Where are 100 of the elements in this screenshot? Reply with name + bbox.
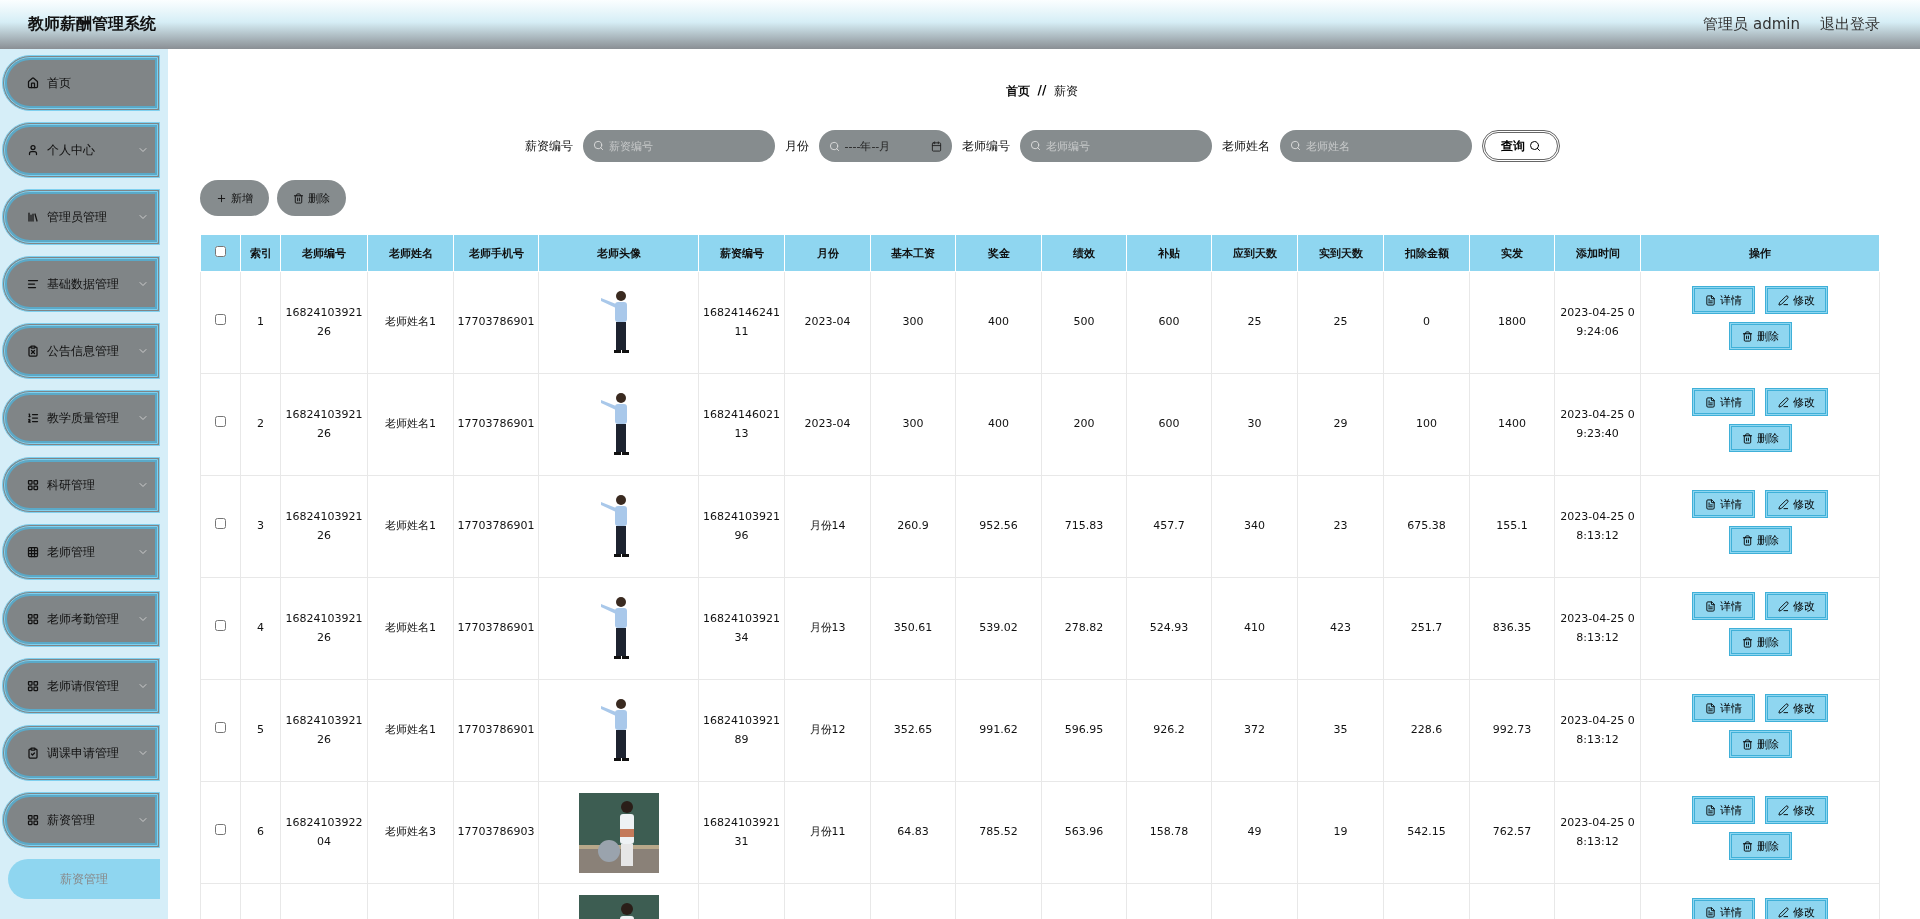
row-checkbox[interactable] — [215, 314, 226, 326]
delete-button[interactable]: 删除 — [1728, 628, 1792, 656]
sidebar-item[interactable]: 教学质量管理 — [2, 390, 160, 446]
edit-button[interactable]: 修改 — [1765, 286, 1828, 314]
column-header: 索引 — [240, 234, 281, 272]
table-cell: 1400 — [1498, 417, 1526, 431]
table-cell: 563.96 — [1064, 825, 1104, 839]
column-header: 扣除金额 — [1383, 234, 1470, 272]
detail-button[interactable]: 详情 — [1692, 286, 1755, 314]
table-cell: 2023-04-25 08:13:12 — [1560, 713, 1635, 746]
menu-icon — [27, 546, 39, 558]
menu-icon — [27, 278, 39, 290]
table-cell: 0 — [1423, 315, 1430, 329]
edit-button[interactable]: 修改 — [1765, 898, 1828, 919]
row-checkbox[interactable] — [215, 722, 226, 734]
table-cell: 952.56 — [979, 519, 1018, 533]
row-checkbox[interactable] — [215, 824, 226, 836]
table-cell: 老师姓名3 — [385, 825, 436, 839]
table-cell: 1682410392126 — [285, 407, 363, 440]
edit-button[interactable]: 修改 — [1765, 388, 1828, 416]
pen-icon — [1778, 498, 1789, 510]
table-cell: 992.73 — [1492, 723, 1532, 737]
table-cell: 17703786901 — [457, 723, 535, 737]
delete-button[interactable]: 删除 — [277, 180, 346, 216]
delete-button[interactable]: 删除 — [1728, 322, 1792, 350]
sidebar-item[interactable]: 老师考勤管理 — [2, 591, 160, 647]
table-cell: 6 — [257, 825, 264, 839]
sidebar-item[interactable]: 个人中心 — [2, 122, 160, 178]
sidebar-item[interactable]: 薪资管理 — [2, 792, 160, 848]
trash-icon — [1741, 738, 1753, 750]
column-header: 月份 — [784, 234, 871, 272]
sidebar-item[interactable]: 基础数据管理 — [2, 256, 160, 312]
menu-icon — [27, 814, 39, 826]
user-label: 管理员 admin — [1703, 15, 1800, 34]
detail-button[interactable]: 详情 — [1692, 694, 1755, 722]
delete-button[interactable]: 删除 — [1728, 730, 1792, 758]
plus-icon — [216, 192, 227, 204]
sidebar-item[interactable]: 管理员管理 — [2, 189, 160, 245]
month-field[interactable]: ----年--月 — [818, 130, 952, 162]
table-cell: 991.62 — [979, 723, 1018, 737]
table-cell: 762.57 — [1492, 825, 1532, 839]
row-checkbox[interactable] — [215, 416, 226, 428]
menu-icon — [27, 211, 39, 223]
detail-button[interactable]: 详情 — [1692, 898, 1755, 919]
menu-icon — [27, 345, 39, 357]
sidebar-item[interactable]: 公告信息管理 — [2, 323, 160, 379]
trash-icon — [293, 192, 304, 204]
table-cell: 350.61 — [893, 621, 933, 635]
breadcrumb-home[interactable]: 首页 — [1005, 83, 1030, 100]
table-cell: 1682410392126 — [285, 713, 363, 746]
edit-button[interactable]: 修改 — [1765, 694, 1828, 722]
table-cell: 64.83 — [897, 825, 929, 839]
edit-button[interactable]: 修改 — [1765, 796, 1828, 824]
table-cell: 2023-04 — [804, 315, 851, 329]
column-header: 应到天数 — [1211, 234, 1298, 272]
select-all-checkbox[interactable] — [215, 246, 226, 257]
delete-button[interactable]: 删除 — [1728, 424, 1792, 452]
table-cell: 19 — [1333, 825, 1348, 839]
search-icon — [828, 140, 840, 152]
table-cell: 29 — [1333, 417, 1348, 431]
sidebar-item[interactable]: 首页 — [2, 55, 160, 111]
column-header: 绩效 — [1041, 234, 1127, 272]
table-cell: 155.1 — [1496, 519, 1528, 533]
edit-button[interactable]: 修改 — [1765, 592, 1828, 620]
add-button[interactable]: 新增 — [200, 180, 269, 216]
table-cell: 1 — [257, 315, 264, 329]
sidebar-item[interactable]: 老师管理 — [2, 524, 160, 580]
table-cell: 1682410392196 — [703, 509, 780, 542]
query-button[interactable]: 查询 — [1481, 130, 1560, 162]
table-cell: 月份12 — [809, 723, 846, 737]
detail-button[interactable]: 详情 — [1692, 592, 1755, 620]
field-label: 薪资编号 — [524, 137, 573, 155]
delete-button[interactable]: 删除 — [1728, 526, 1792, 554]
table-cell: 251.7 — [1410, 621, 1443, 635]
detail-button[interactable]: 详情 — [1692, 388, 1755, 416]
logout-link[interactable]: 退出登录 — [1820, 15, 1880, 34]
pen-icon — [1778, 600, 1789, 612]
column-header: 老师头像 — [538, 234, 699, 272]
sidebar-item[interactable]: 调课申请管理 — [2, 725, 160, 781]
detail-button[interactable]: 详情 — [1692, 796, 1755, 824]
table-cell: 1682410392126 — [285, 305, 363, 338]
column-header: 老师手机号 — [453, 234, 539, 272]
edit-button[interactable]: 修改 — [1765, 490, 1828, 518]
detail-button[interactable]: 详情 — [1692, 490, 1755, 518]
sidebar-item[interactable]: 科研管理 — [2, 457, 160, 513]
table-cell: 715.83 — [1064, 519, 1104, 533]
row-checkbox[interactable] — [215, 518, 226, 530]
table-cell: 600 — [1158, 315, 1180, 329]
delete-button[interactable]: 删除 — [1728, 832, 1792, 860]
search-icon — [1029, 140, 1041, 151]
table-cell: 老师姓名1 — [385, 723, 436, 737]
sidebar-item[interactable]: 老师请假管理 — [2, 658, 160, 714]
pen-icon — [1778, 396, 1789, 408]
column-header: 操作 — [1640, 234, 1880, 272]
table-cell: 月份13 — [809, 621, 846, 635]
trash-icon — [1741, 636, 1753, 648]
calendar-icon — [930, 140, 942, 152]
column-header: 实到天数 — [1297, 234, 1384, 272]
pen-icon — [1778, 804, 1789, 816]
row-checkbox[interactable] — [215, 620, 226, 632]
